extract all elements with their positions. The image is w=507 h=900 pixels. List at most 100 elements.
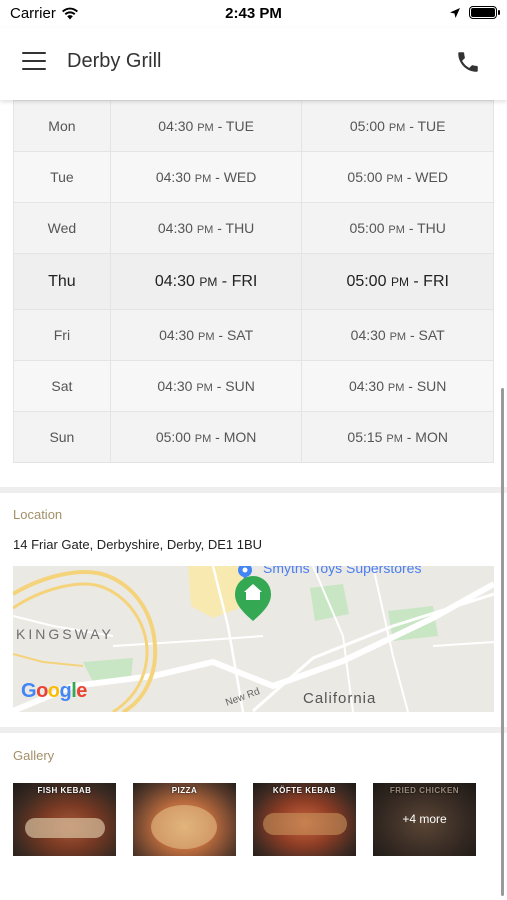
gallery-item-label: FISH KEBAB	[37, 786, 92, 795]
gallery-thumbnail[interactable]: PIZZA	[133, 783, 236, 856]
hours-day: Thu	[13, 253, 111, 310]
time-day: - SUN	[216, 378, 255, 394]
address-text: 14 Friar Gate, Derbyshire, Derby, DE1 1B…	[13, 537, 263, 552]
opening-time: 05:00 PM - MON	[109, 411, 303, 463]
gallery-heading: Gallery	[13, 748, 55, 763]
opening-time: 04:30 PM - WED	[109, 151, 303, 203]
time-period: PM	[386, 173, 403, 185]
time-period: PM	[387, 382, 405, 394]
opening-hours-table: Mon 04:30 PM - TUE 05:00 PM - TUE Tue 04:30 …	[13, 100, 494, 463]
opening-time: 04:30 PM - SAT	[109, 309, 303, 361]
time-period: PM	[197, 122, 214, 134]
section-divider	[0, 487, 507, 493]
time-day: - FRI	[221, 272, 258, 290]
gallery-strip: FISH KEBAB PIZZA KÖFTE KEBAB FRIED CHICK…	[13, 783, 476, 856]
time-value: 04:30	[157, 378, 193, 394]
closing-time: 05:00 PM - WED	[301, 151, 494, 203]
food-image	[263, 813, 347, 835]
time-day: - TUE	[217, 118, 254, 134]
location-heading: Location	[13, 507, 63, 522]
time-value: 04:30	[159, 327, 195, 343]
map-area-label: KINGSWAY	[16, 626, 114, 642]
opening-time: 04:30 PM - TUE	[109, 100, 303, 152]
hours-row: Fri 04:30 PM - SAT 04:30 PM - SAT	[13, 309, 494, 361]
time-day: - TUE	[409, 118, 446, 134]
hours-day: Fri	[13, 309, 111, 361]
time-value: 05:00	[347, 169, 383, 185]
time-day: - WED	[406, 169, 448, 185]
hours-day: Sat	[13, 360, 111, 412]
time-value: 05:00	[346, 272, 387, 290]
hours-row: Mon 04:30 PM - TUE 05:00 PM - TUE	[13, 100, 494, 152]
hours-day: Mon	[13, 100, 111, 152]
closing-time: 04:30 PM - SAT	[301, 309, 494, 361]
closing-time: 04:30 PM - SUN	[301, 360, 494, 412]
gallery-item-label: KÖFTE KEBAB	[272, 786, 337, 795]
time-value: 05:00	[349, 118, 385, 134]
food-image	[25, 818, 105, 838]
time-period: PM	[196, 382, 213, 394]
time-period: PM	[196, 224, 214, 236]
closing-time: 05:00 PM - TUE	[301, 100, 494, 152]
closing-time: 05:15 PM - MON	[301, 411, 494, 463]
time-value: 04:30	[348, 378, 385, 394]
hours-row: Wed 04:30 PM - THU 05:00 PM - THU	[13, 202, 494, 254]
time-day: - THU	[408, 220, 446, 236]
gallery-thumbnail[interactable]: KÖFTE KEBAB	[253, 783, 356, 856]
time-value: 04:30	[350, 327, 386, 343]
location-arrow-icon	[450, 7, 460, 18]
time-value: 04:30	[157, 220, 193, 236]
time-value: 05:00	[155, 429, 191, 445]
time-day: - THU	[217, 220, 255, 236]
time-day: - SUN	[408, 378, 447, 394]
hours-row: Thu 04:30 PM - FRI 05:00 PM - FRI	[13, 253, 494, 310]
hours-day: Tue	[13, 151, 111, 203]
hours-row: Sun 05:00 PM - MON 05:15 PM - MON	[13, 411, 494, 463]
hours-day: Sun	[13, 411, 111, 463]
gallery-thumbnail-more[interactable]: FRIED CHICKEN +4 more	[373, 783, 476, 856]
time-value: 04:30	[158, 118, 194, 134]
time-value: 04:30	[155, 169, 191, 185]
opening-time: 04:30 PM - SUN	[109, 360, 303, 412]
time-period: PM	[386, 433, 403, 445]
hours-row: Tue 04:30 PM - WED 05:00 PM - WED	[13, 151, 494, 203]
time-period: PM	[389, 331, 407, 343]
time-day: - WED	[215, 169, 257, 185]
time-day: - SAT	[409, 327, 445, 343]
gallery-thumbnail[interactable]: FISH KEBAB	[13, 783, 116, 856]
scrollbar[interactable]	[501, 388, 504, 896]
gallery-item-label: FRIED CHICKEN	[389, 786, 460, 795]
time-period: PM	[390, 274, 409, 289]
status-icons	[449, 6, 500, 19]
time-period: PM	[194, 433, 212, 445]
section-divider	[0, 727, 507, 733]
time-day: - FRI	[413, 272, 449, 290]
map-poi-label: Smyths Toys Superstores	[263, 566, 422, 576]
app-header: Derby Grill	[0, 28, 507, 100]
hours-row: Sat 04:30 PM - SUN 04:30 PM - SUN	[13, 360, 494, 412]
time-period: PM	[199, 274, 218, 289]
status-bar: Carrier 2:43 PM	[0, 0, 507, 28]
time-day: - MON	[215, 429, 257, 445]
closing-time: 05:00 PM - FRI	[301, 253, 494, 310]
opening-time: 04:30 PM - FRI	[109, 253, 303, 310]
time-day: - SAT	[218, 327, 254, 343]
time-value: 05:15	[347, 429, 383, 445]
page-title: Derby Grill	[67, 50, 162, 72]
clock: 2:43 PM	[225, 5, 282, 22]
map-area-label: California	[303, 690, 377, 707]
time-value: 05:00	[349, 220, 385, 236]
battery-icon	[469, 6, 500, 19]
time-period: PM	[388, 122, 406, 134]
location-map[interactable]: Smyths Toys Superstores KINGSWAY Califor…	[13, 566, 494, 712]
phone-icon[interactable]	[455, 49, 481, 75]
gallery-item-label: PIZZA	[171, 786, 198, 795]
opening-time: 04:30 PM - THU	[109, 202, 303, 254]
closing-time: 05:00 PM - THU	[301, 202, 494, 254]
time-period: PM	[194, 173, 212, 185]
time-value: 04:30	[154, 272, 195, 290]
hamburger-menu-icon[interactable]	[22, 52, 46, 72]
time-period: PM	[198, 331, 215, 343]
hours-day: Wed	[13, 202, 111, 254]
time-period: PM	[388, 224, 405, 236]
